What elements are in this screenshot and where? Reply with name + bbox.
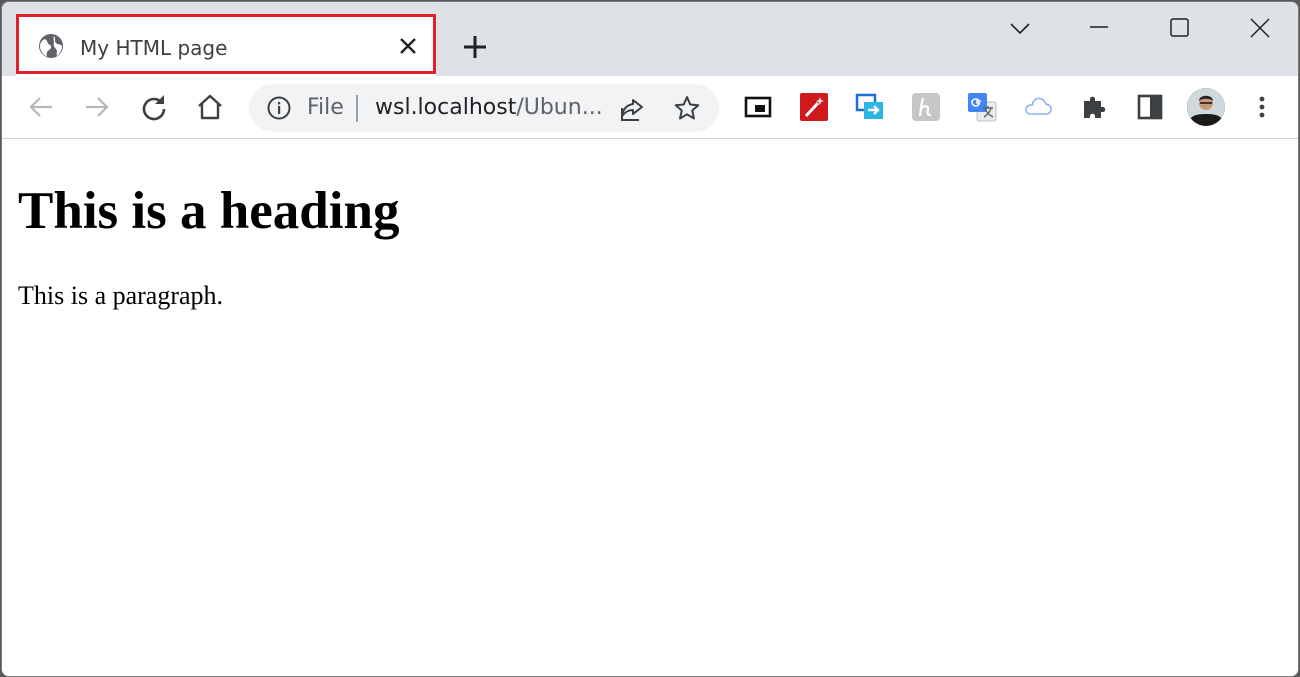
picture-in-picture-icon[interactable]: [743, 92, 773, 122]
avatar-image: [1187, 88, 1225, 126]
kebab-menu-icon[interactable]: [1247, 92, 1277, 122]
page-paragraph: This is a paragraph.: [18, 281, 224, 310]
omnibox-separator: [356, 95, 358, 122]
close-icon[interactable]: [1245, 14, 1275, 44]
profile-avatar[interactable]: [1187, 88, 1225, 126]
info-icon[interactable]: [267, 96, 291, 120]
browser-window: My HTML page File wsl.localhost/Ubun... …: [1, 1, 1299, 677]
forward-arrow-icon[interactable]: [82, 92, 112, 122]
home-icon[interactable]: [195, 92, 225, 122]
maximize-icon[interactable]: [1164, 14, 1194, 44]
h-extension-icon[interactable]: [911, 92, 941, 122]
page-heading: This is a heading: [18, 182, 400, 240]
globe-icon: [39, 34, 63, 58]
chevron-down-icon[interactable]: [1005, 14, 1035, 44]
url-text[interactable]: wsl.localhost/Ubun...: [375, 95, 603, 120]
cloud-icon[interactable]: [1023, 92, 1053, 122]
address-bar[interactable]: File wsl.localhost/Ubun...: [249, 84, 719, 132]
puzzle-extensions-icon[interactable]: [1079, 92, 1109, 122]
url-path: /Ubun...: [516, 95, 603, 120]
magic-wand-extension-icon[interactable]: [799, 92, 829, 122]
url-host: wsl.localhost: [375, 95, 517, 120]
bookmark-star-icon[interactable]: [674, 95, 700, 121]
tab-strip: My HTML page: [2, 2, 1298, 76]
back-arrow-icon[interactable]: [26, 92, 56, 122]
scheme-label: File: [307, 95, 344, 120]
side-panel-icon[interactable]: [1135, 92, 1165, 122]
screen-capture-extension-icon[interactable]: [855, 92, 885, 122]
tab-title: My HTML page: [80, 36, 228, 60]
tab-my-html-page[interactable]: My HTML page: [16, 14, 436, 76]
browser-toolbar: File wsl.localhost/Ubun...: [2, 76, 1298, 139]
page-content: This is a heading This is a paragraph.: [2, 139, 1298, 676]
close-tab-icon[interactable]: [398, 36, 418, 56]
reload-icon[interactable]: [139, 92, 169, 122]
google-translate-icon[interactable]: [967, 92, 997, 122]
share-icon[interactable]: [619, 96, 645, 122]
minimize-icon[interactable]: [1084, 14, 1114, 44]
plus-icon[interactable]: [462, 34, 488, 60]
